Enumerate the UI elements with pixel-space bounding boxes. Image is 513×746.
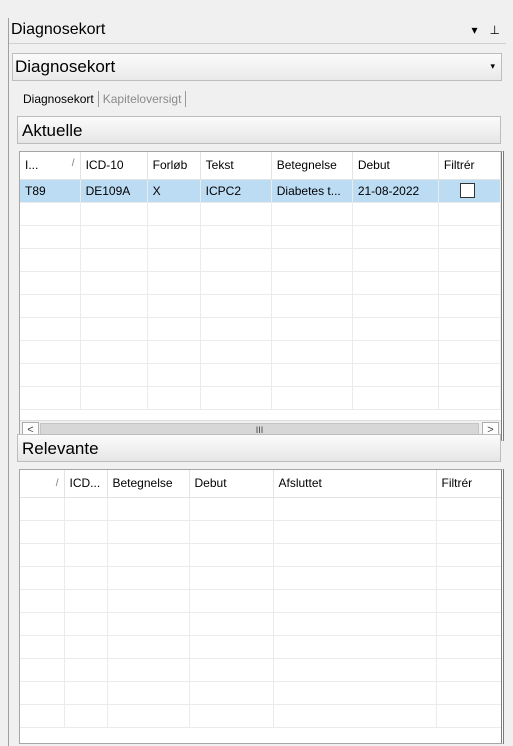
table-row — [20, 658, 501, 682]
diagnosekort-selector[interactable]: Diagnosekort ▾ — [12, 53, 502, 81]
diagnosekort-panel: Diagnosekort ▾ ⊥ Diagnosekort ▾ Diagnose… — [8, 18, 506, 746]
table-cell: X — [147, 179, 201, 203]
relevante-header-row: / ICD... Betegnelse Debut Afsluttet Filt… — [20, 470, 501, 498]
table-row — [20, 225, 501, 249]
table-row — [20, 704, 501, 728]
sort-icon: / — [71, 158, 75, 170]
chevron-down-icon[interactable]: ▾ — [490, 61, 495, 72]
table-row — [20, 363, 501, 387]
table-row — [20, 340, 501, 364]
relevante-title: Relevante — [22, 439, 99, 458]
tab-diagnosekort[interactable]: Diagnosekort — [19, 92, 98, 106]
relevante-grid: / ICD... Betegnelse Debut Afsluttet Filt… — [19, 469, 504, 744]
panel-titlebar: Diagnosekort ▾ ⊥ — [9, 18, 506, 44]
table-row — [20, 386, 501, 410]
column-header-label: I... — [25, 158, 39, 173]
table-row — [20, 589, 501, 613]
column-header[interactable]: Debut — [189, 470, 274, 498]
aktuelle-grid: I... / ICD-10 Forløb Tekst Betegnelse Deb… — [19, 151, 504, 441]
sort-icon: / — [55, 477, 59, 489]
table-row — [20, 271, 501, 295]
pin-icon[interactable]: ⊥ — [490, 23, 500, 37]
table-row — [20, 294, 501, 318]
dropdown-icon[interactable]: ▾ — [472, 23, 478, 37]
column-header[interactable]: Afsluttet — [273, 470, 437, 498]
table-row — [20, 543, 501, 567]
filter-cell — [438, 179, 501, 203]
column-header[interactable]: Filtrér — [436, 470, 501, 498]
aktuelle-table: I... / ICD-10 Forløb Tekst Betegnelse Deb… — [20, 152, 501, 410]
table-cell: ICPC2 — [200, 179, 272, 203]
table-row — [20, 681, 501, 705]
table-row — [20, 566, 501, 590]
aktuelle-header-row: I... / ICD-10 Forløb Tekst Betegnelse Deb… — [20, 152, 501, 180]
table-row — [20, 612, 501, 636]
column-header[interactable]: Betegnelse — [107, 470, 190, 498]
selector-title: Diagnosekort — [15, 57, 116, 76]
table-row — [20, 248, 501, 272]
aktuelle-title: Aktuelle — [22, 121, 83, 140]
column-header[interactable]: ICD... — [64, 470, 108, 498]
titlebar-buttons: ▾ ⊥ — [472, 23, 500, 37]
relevante-group-header[interactable]: Relevante — [17, 434, 501, 462]
table-cell: DE109A — [80, 179, 148, 203]
table-cell: T89 — [20, 179, 81, 203]
column-header[interactable]: Betegnelse — [271, 152, 353, 180]
tab-strip: Diagnosekort Kapiteloversigt — [19, 88, 187, 110]
column-header[interactable]: I... / — [20, 152, 81, 180]
relevante-table: / ICD... Betegnelse Debut Afsluttet Filt… — [20, 470, 501, 728]
tab-divider — [185, 91, 187, 107]
table-row — [20, 635, 501, 659]
column-header[interactable]: ICD-10 — [80, 152, 148, 180]
column-header[interactable]: Forløb — [147, 152, 201, 180]
column-header[interactable]: Debut — [352, 152, 439, 180]
table-row — [20, 202, 501, 226]
filter-checkbox[interactable] — [459, 183, 475, 199]
table-row — [20, 497, 501, 521]
column-header[interactable]: Tekst — [200, 152, 272, 180]
aktuelle-group-header[interactable]: Aktuelle — [17, 116, 501, 144]
table-row — [20, 317, 501, 341]
table-cell: Diabetes t... — [271, 179, 353, 203]
column-header[interactable]: / — [20, 470, 65, 498]
table-cell: 21-08-2022 — [352, 179, 439, 203]
table-row[interactable]: T89 DE109A X ICPC2 Diabetes t... 21-08-2… — [20, 179, 501, 203]
tab-kapiteloversigt[interactable]: Kapiteloversigt — [99, 92, 186, 106]
panel-title: Diagnosekort — [11, 21, 106, 38]
table-row — [20, 520, 501, 544]
column-header[interactable]: Filtrér — [438, 152, 501, 180]
